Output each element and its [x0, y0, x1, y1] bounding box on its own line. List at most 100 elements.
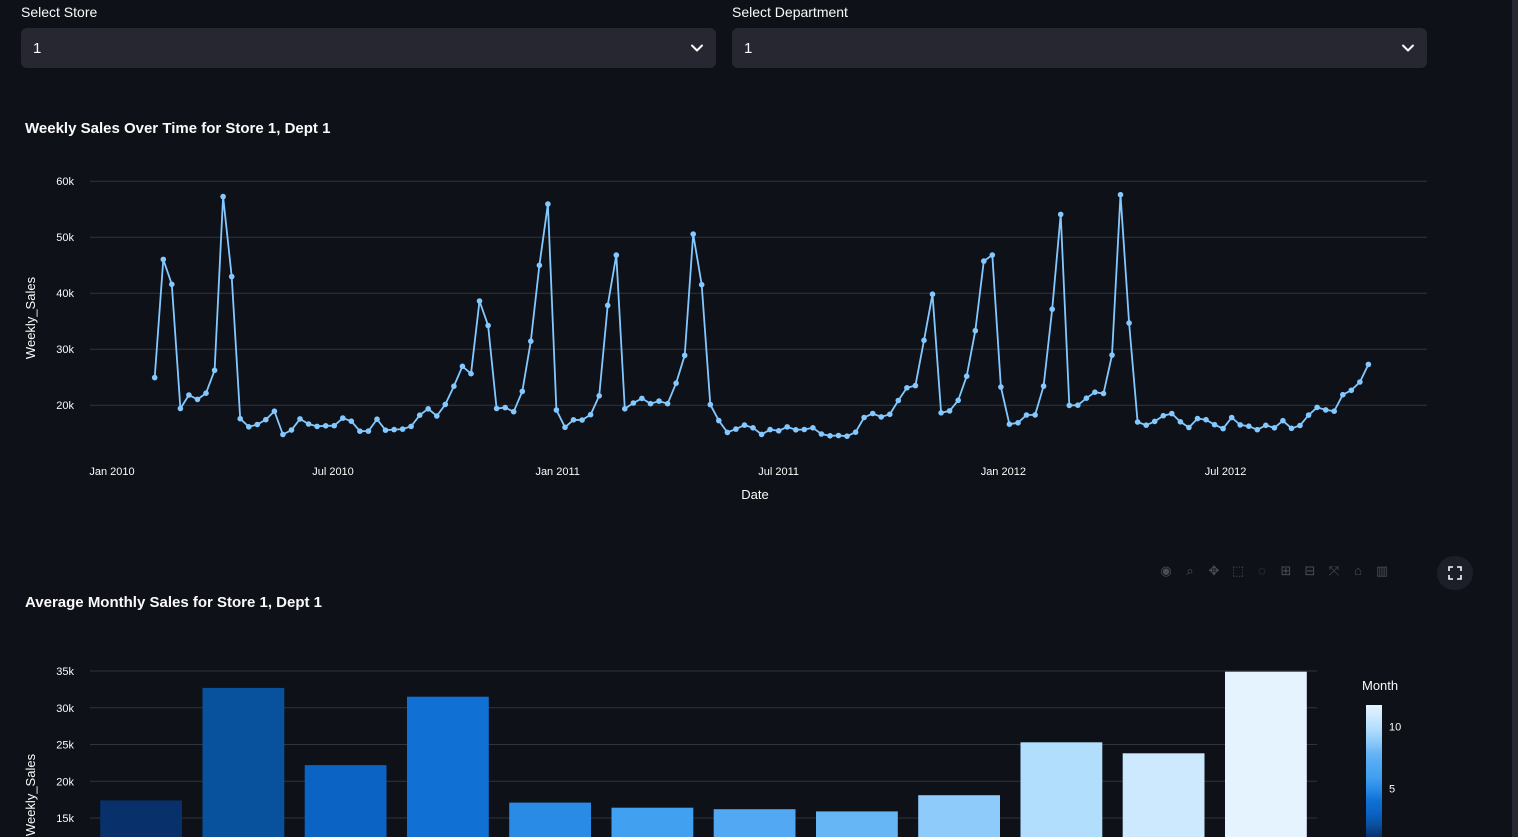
data-point[interactable] [357, 428, 363, 435]
data-point[interactable] [510, 408, 517, 415]
bar-month-6[interactable] [611, 807, 694, 837]
data-point[interactable] [425, 406, 432, 412]
data-point[interactable] [271, 408, 278, 415]
zoom-out-icon[interactable]: ⊟ [1302, 563, 1318, 579]
data-point[interactable] [1348, 387, 1355, 394]
scrollbar-edge[interactable] [1512, 0, 1518, 837]
data-point[interactable] [1117, 191, 1124, 198]
data-point[interactable] [1126, 320, 1132, 326]
bar-month-10[interactable] [1020, 742, 1103, 837]
bar-month-7[interactable] [713, 809, 796, 837]
data-point[interactable] [793, 427, 799, 433]
data-point[interactable] [963, 373, 970, 379]
data-point[interactable] [1254, 426, 1261, 433]
data-point[interactable] [151, 374, 158, 381]
data-point[interactable] [724, 429, 731, 436]
data-point[interactable] [374, 416, 380, 423]
data-point[interactable] [1049, 306, 1055, 312]
reset-axes-icon[interactable]: ⌂ [1350, 563, 1366, 579]
data-point[interactable] [468, 370, 474, 377]
data-point[interactable] [177, 405, 184, 412]
data-point[interactable] [1228, 414, 1235, 421]
data-point[interactable] [502, 404, 509, 411]
data-point[interactable] [844, 433, 850, 440]
data-point[interactable] [1075, 402, 1081, 408]
data-point[interactable] [297, 416, 303, 422]
data-point[interactable] [1331, 408, 1337, 415]
autoscale-icon[interactable]: ⤧ [1326, 563, 1342, 579]
data-point[interactable] [750, 425, 756, 431]
bar-month-9[interactable] [918, 795, 1000, 837]
data-point[interactable] [613, 252, 620, 258]
data-point[interactable] [194, 396, 201, 403]
data-point[interactable] [203, 390, 209, 396]
data-point[interactable] [493, 405, 500, 412]
data-point[interactable] [314, 423, 320, 430]
data-point[interactable] [416, 412, 423, 419]
bar-month-4[interactable] [407, 696, 489, 837]
data-point[interactable] [1246, 423, 1252, 430]
data-point[interactable] [1263, 422, 1269, 429]
data-point[interactable] [681, 352, 688, 359]
data-point[interactable] [639, 395, 645, 402]
data-point[interactable] [904, 385, 910, 391]
data-point[interactable] [348, 418, 355, 425]
data-point[interactable] [570, 417, 577, 423]
data-point[interactable] [1083, 395, 1090, 401]
data-point[interactable] [827, 433, 833, 439]
store-select[interactable]: 1 [21, 28, 716, 68]
bar-month-12[interactable] [1225, 671, 1307, 837]
data-point[interactable] [604, 302, 611, 309]
data-point[interactable] [818, 431, 825, 437]
bar-month-1[interactable] [100, 800, 182, 837]
data-point[interactable] [553, 407, 560, 413]
data-point[interactable] [775, 428, 782, 434]
data-point[interactable] [989, 252, 996, 258]
data-point[interactable] [340, 415, 346, 421]
data-point[interactable] [921, 337, 927, 344]
data-point[interactable] [912, 382, 919, 389]
bar-month-2[interactable] [202, 687, 285, 837]
department-select[interactable]: 1 [732, 28, 1427, 68]
data-point[interactable] [758, 431, 765, 438]
data-point[interactable] [861, 414, 867, 421]
data-point[interactable] [716, 417, 722, 424]
bar-month-8[interactable] [816, 811, 898, 837]
data-point[interactable] [1365, 361, 1372, 368]
data-point[interactable] [630, 400, 637, 406]
data-point[interactable] [622, 406, 628, 412]
data-point[interactable] [399, 426, 406, 432]
data-point[interactable] [801, 426, 808, 433]
data-point[interactable] [1280, 417, 1286, 424]
data-point[interactable] [1032, 412, 1038, 418]
data-point[interactable] [587, 411, 594, 418]
data-point[interactable] [878, 414, 884, 420]
data-point[interactable] [972, 327, 979, 334]
data-point[interactable] [929, 291, 936, 297]
data-point[interactable] [476, 298, 483, 304]
data-point[interactable] [946, 408, 953, 414]
data-point[interactable] [895, 397, 902, 404]
data-point[interactable] [579, 417, 585, 423]
data-point[interactable] [288, 427, 295, 433]
fullscreen-expand-button[interactable] [1437, 556, 1473, 590]
data-point[interactable] [887, 411, 893, 418]
data-point[interactable] [237, 415, 243, 422]
bar-month-5[interactable] [509, 802, 591, 837]
data-point[interactable] [220, 193, 226, 200]
data-point[interactable] [1220, 425, 1226, 432]
pan-icon[interactable]: ✥ [1206, 563, 1222, 579]
data-point[interactable] [835, 432, 842, 439]
data-point[interactable] [169, 281, 175, 288]
data-point[interactable] [451, 383, 457, 389]
data-point[interactable] [1186, 424, 1192, 431]
data-point[interactable] [536, 262, 543, 269]
data-point[interactable] [528, 338, 534, 344]
data-point[interactable] [459, 363, 466, 370]
data-point[interactable] [869, 410, 876, 417]
data-point[interactable] [228, 273, 235, 280]
data-point[interactable] [1092, 389, 1098, 395]
data-point[interactable] [331, 422, 338, 429]
data-point[interactable] [656, 398, 662, 404]
data-point[interactable] [442, 401, 449, 408]
